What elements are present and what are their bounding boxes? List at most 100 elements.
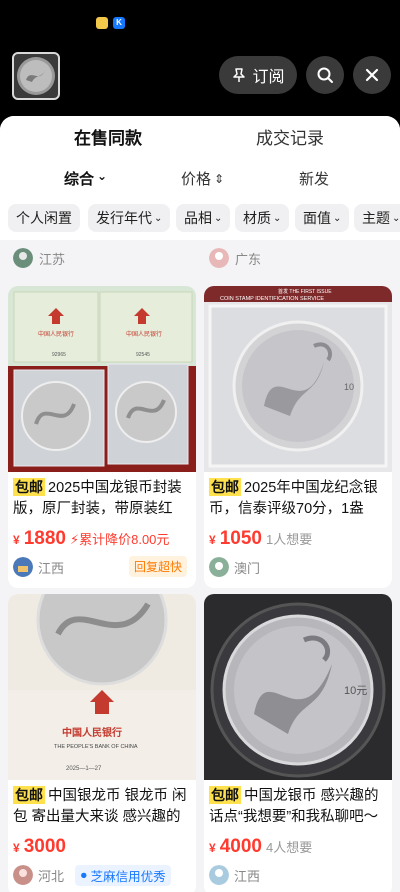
svg-text:首发 THE FIRST ISSUE: 首发 THE FIRST ISSUE	[278, 288, 332, 295]
avatar	[209, 865, 229, 885]
search-button[interactable]	[306, 56, 344, 94]
svg-text:92545: 92545	[136, 352, 150, 358]
product-thumbnail[interactable]	[12, 52, 60, 100]
svg-text:THE PEOPLE'S BANK OF CHINA: THE PEOPLE'S BANK OF CHINA	[54, 744, 138, 750]
avatar	[13, 865, 33, 885]
app-k-icon: K	[113, 17, 125, 29]
svg-text:中国人民银行: 中国人民银行	[62, 726, 122, 739]
chip-label: 主题	[362, 210, 390, 226]
sort-label: 新发	[299, 171, 330, 188]
chevron-down-icon: ⌄	[97, 168, 108, 183]
search-icon	[317, 67, 333, 83]
status-bar: K	[0, 0, 400, 46]
chevron-down-icon: ⌄	[214, 212, 223, 224]
seller-row: 江西 回复超快	[13, 556, 193, 578]
filter-chip-condition[interactable]: 品相 ⌄	[176, 204, 231, 232]
svg-text:中国人民银行: 中国人民银行	[38, 330, 74, 338]
product-image: 10元	[204, 594, 392, 780]
sort-bar: 综合 ⌄ 价格 ⇕ 新发	[0, 156, 400, 200]
pin-icon	[233, 68, 246, 82]
chevron-down-icon: ⌄	[273, 212, 282, 224]
tab-on-sale[interactable]: 在售同款	[72, 124, 144, 149]
seller-location: 澳门	[234, 560, 261, 576]
want-count: 1人想要	[265, 532, 313, 547]
seller-location: 广东	[235, 251, 262, 267]
subscribe-button[interactable]: 订阅	[219, 56, 297, 94]
close-button[interactable]	[353, 56, 391, 94]
svg-text:COIN STAMP IDENTIFICATION SERV: COIN STAMP IDENTIFICATION SERVICE	[220, 296, 324, 302]
currency-symbol: ¥	[209, 841, 216, 855]
weather-icon	[96, 17, 108, 29]
subscribe-label: 订阅	[252, 69, 285, 86]
price-drop-text: 累计降价8.00元	[79, 532, 170, 547]
avatar	[13, 248, 33, 268]
product-price: 4000	[219, 836, 262, 857]
price-drop: ⚡累计降价8.00元	[69, 532, 170, 547]
currency-symbol: ¥	[209, 533, 216, 547]
tab-sold-records[interactable]: 成交记录	[256, 124, 324, 149]
price-row: ¥ 1050 1人想要	[209, 528, 312, 550]
filter-chip-theme[interactable]: 主题 ⌄	[354, 204, 400, 232]
product-image: 中国人民银行 中国人民银行 92965 92545	[8, 286, 196, 472]
product-card[interactable]: 首发 THE FIRST ISSUE COIN STAMP IDENTIFICA…	[204, 286, 392, 588]
chevron-down-icon: ⌄	[154, 212, 163, 224]
product-image: 首发 THE FIRST ISSUE COIN STAMP IDENTIFICA…	[204, 286, 392, 472]
filter-chip-personal[interactable]: 个人闲置	[8, 204, 80, 232]
seller-row: 澳门	[209, 556, 389, 578]
product-image: 中国人民银行 THE PEOPLE'S BANK OF CHINA 2025—1…	[8, 594, 196, 780]
free-shipping-badge: 包邮	[13, 786, 45, 804]
close-icon	[365, 68, 379, 82]
product-card[interactable]: 中国人民银行 中国人民银行 92965 92545 包邮 2025中国龙银币封装版…	[8, 286, 196, 588]
want-count: 4人想要	[265, 840, 313, 855]
tab-bar: 在售同款 成交记录	[0, 116, 400, 156]
svg-text:10: 10	[344, 382, 354, 392]
avatar	[209, 557, 229, 577]
free-shipping-badge: 包邮	[13, 478, 45, 496]
chevron-down-icon: ⌄	[333, 212, 342, 224]
product-price: 3000	[23, 836, 66, 857]
price-row: ¥ 3000	[13, 836, 66, 858]
seller-row: 江西	[209, 864, 389, 886]
svg-text:92965: 92965	[52, 352, 66, 358]
product-price: 1050	[219, 528, 262, 549]
listing-sheet: 在售同款 成交记录 综合 ⌄ 价格 ⇕ 新发 个人闲置 发行年代 ⌄ 品相 ⌄ 材质…	[0, 116, 400, 892]
free-shipping-badge: 包邮	[209, 478, 241, 496]
product-price: 1880	[23, 528, 66, 549]
svg-text:2025—1—27: 2025—1—27	[66, 766, 102, 772]
product-title: 包邮 中国龙银币 感兴趣的话点“我想要”和我私聊吧～	[209, 786, 389, 828]
chevron-down-icon: ⌄	[392, 212, 400, 224]
seller-location: 河北	[38, 868, 65, 884]
credit-tag-label: 芝麻信用优秀	[90, 869, 166, 884]
price-row: ¥ 1880 ⚡累计降价8.00元	[13, 528, 169, 550]
credit-tag: ● 芝麻信用优秀	[75, 864, 171, 886]
page-header: 订阅	[0, 46, 400, 116]
free-shipping-badge: 包邮	[209, 786, 241, 804]
product-title: 包邮 2025年中国龙纪念银币，信泰评级70分，1盎	[209, 478, 389, 520]
seller-location-row: 广东	[209, 248, 261, 268]
sort-comprehensive[interactable]: 综合 ⌄	[64, 168, 107, 189]
sort-label: 综合	[64, 171, 95, 188]
seller-location-row: 江苏	[13, 248, 65, 268]
svg-text:10元: 10元	[344, 685, 367, 697]
product-title: 包邮 2025中国龙银币封装版，原厂封装，带原装红	[13, 478, 193, 520]
sort-newest[interactable]: 新发	[299, 168, 329, 189]
avatar	[13, 557, 33, 577]
currency-symbol: ¥	[13, 841, 20, 855]
seller-row: 河北 ● 芝麻信用优秀	[13, 864, 193, 886]
product-card[interactable]: 10元 包邮 中国龙银币 感兴趣的话点“我想要”和我私聊吧～ ¥ 4000 4人想…	[204, 594, 392, 892]
avatar	[209, 248, 229, 268]
filter-chip-year[interactable]: 发行年代 ⌄	[88, 204, 171, 232]
chip-label: 面值	[303, 210, 331, 226]
filter-chip-face-value[interactable]: 面值 ⌄	[295, 204, 350, 232]
sort-label: 价格	[181, 171, 212, 188]
svg-text:中国人民银行: 中国人民银行	[126, 330, 162, 338]
product-card[interactable]: 中国人民银行 THE PEOPLE'S BANK OF CHINA 2025—1…	[8, 594, 196, 892]
filter-bar: 个人闲置 发行年代 ⌄ 品相 ⌄ 材质 ⌄ 面值 ⌄ 主题 ⌄	[0, 200, 400, 240]
chip-label: 发行年代	[96, 210, 152, 226]
chip-label: 品相	[184, 210, 212, 226]
sort-toggle-icon: ⇕	[214, 171, 225, 186]
seller-location: 江西	[38, 560, 65, 576]
filter-chip-material[interactable]: 材质 ⌄	[235, 204, 290, 232]
product-feed: 江苏 广东 中国人民银行 中国人民银行 92965 92545 包邮 2025中…	[0, 240, 400, 892]
sort-price[interactable]: 价格 ⇕	[181, 168, 224, 189]
